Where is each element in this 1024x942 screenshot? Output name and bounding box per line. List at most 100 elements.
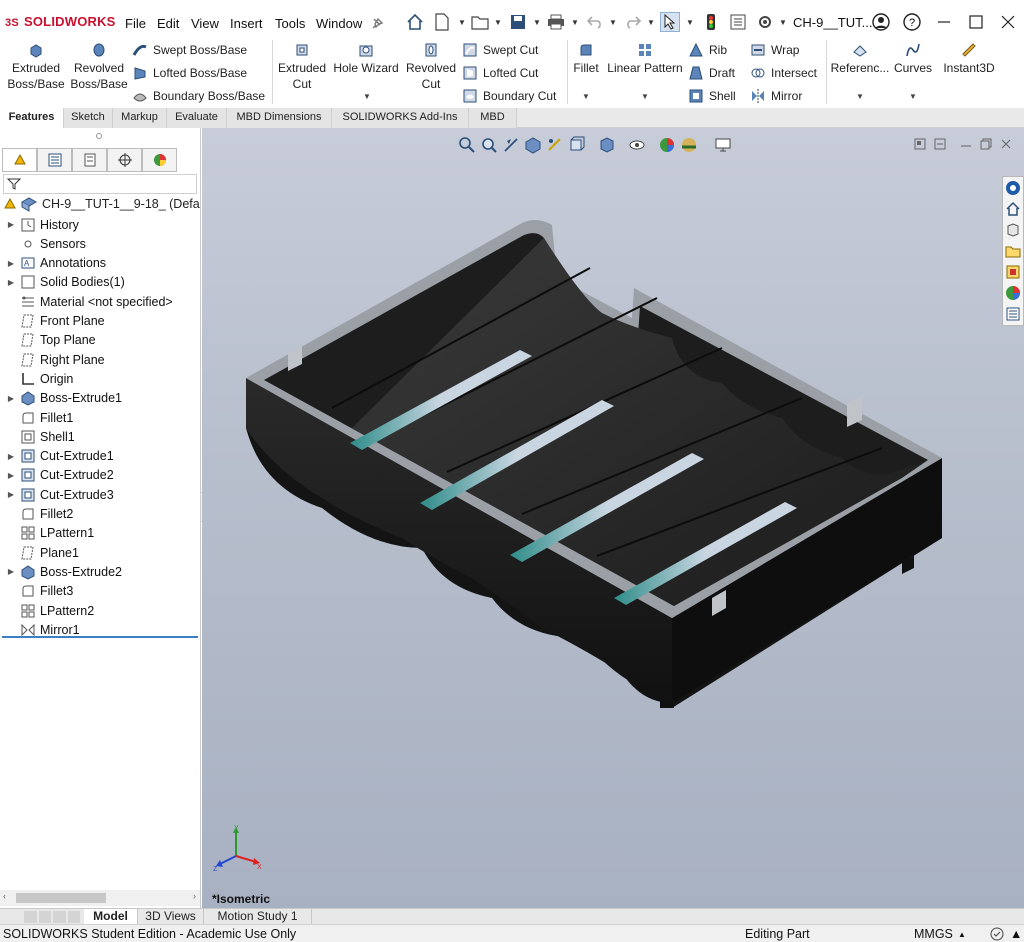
status-caret-icon[interactable]: ▲ bbox=[1010, 927, 1022, 941]
redo-caret-icon[interactable]: ▼ bbox=[647, 18, 655, 27]
tree-horizontal-scrollbar[interactable]: ‹ › bbox=[0, 890, 200, 906]
expand-arrow-icon[interactable]: ▶ bbox=[6, 259, 16, 268]
swept-cut-button[interactable]: Swept Cut bbox=[462, 42, 538, 58]
menu-insert[interactable]: Insert bbox=[230, 16, 263, 31]
property-manager-tab[interactable] bbox=[37, 148, 72, 172]
shell-button[interactable]: Shell bbox=[688, 88, 736, 104]
next-tab-arrow-icon[interactable] bbox=[53, 911, 66, 923]
tree-item[interactable]: ▶ Cut-Extrude2 bbox=[0, 466, 200, 485]
tab-sketch[interactable]: Sketch bbox=[64, 108, 113, 128]
close-icon[interactable] bbox=[998, 12, 1018, 32]
curves-dropdown-icon[interactable]: ▼ bbox=[909, 92, 917, 101]
view-palette-icon[interactable] bbox=[1003, 262, 1023, 282]
extruded-boss-button[interactable]: Extruded Boss/Base bbox=[6, 42, 66, 92]
tree-item[interactable]: Shell1 bbox=[0, 427, 200, 446]
linear-pattern-dropdown-icon[interactable]: ▼ bbox=[641, 92, 649, 101]
curves-button[interactable]: Curves bbox=[892, 42, 934, 76]
tree-item[interactable]: Origin bbox=[0, 369, 200, 388]
menu-tools[interactable]: Tools bbox=[275, 16, 305, 31]
file-properties-icon[interactable] bbox=[728, 12, 748, 32]
options-gear-icon[interactable] bbox=[755, 12, 775, 32]
tab-3d-views[interactable]: 3D Views bbox=[138, 909, 204, 925]
print-caret-icon[interactable]: ▼ bbox=[571, 18, 579, 27]
rebuild-traffic-light-icon[interactable] bbox=[701, 12, 721, 32]
tree-item[interactable]: LPattern2 bbox=[0, 601, 200, 620]
boundary-cut-button[interactable]: Boundary Cut bbox=[462, 88, 556, 104]
custom-properties-icon[interactable] bbox=[1003, 304, 1023, 324]
lofted-cut-button[interactable]: Lofted Cut bbox=[462, 65, 538, 81]
user-account-icon[interactable] bbox=[871, 12, 891, 32]
boundary-boss-button[interactable]: Boundary Boss/Base bbox=[132, 88, 265, 104]
tree-item[interactable]: Fillet2 bbox=[0, 505, 200, 524]
open-folder-icon[interactable] bbox=[470, 12, 490, 32]
maximize-icon[interactable] bbox=[966, 12, 986, 32]
tab-solidworks-addins[interactable]: SOLIDWORKS Add-Ins bbox=[332, 108, 469, 128]
fillet-button[interactable]: Fillet bbox=[571, 42, 601, 76]
dimxpert-tab[interactable] bbox=[107, 148, 142, 172]
print-icon[interactable] bbox=[546, 12, 566, 32]
minimize-icon[interactable] bbox=[934, 12, 954, 32]
graphics-area[interactable]: Y X Z *Isometric bbox=[202, 128, 1024, 908]
configuration-manager-tab[interactable] bbox=[72, 148, 107, 172]
draft-button[interactable]: Draft bbox=[688, 65, 735, 81]
tree-root-part[interactable]: CH-9__TUT-1__9-18_ (Defa bbox=[2, 196, 200, 212]
tab-evaluate[interactable]: Evaluate bbox=[167, 108, 227, 128]
linear-pattern-button[interactable]: Linear Pattern bbox=[605, 42, 685, 76]
part-model-render[interactable] bbox=[202, 128, 1024, 908]
expand-arrow-icon[interactable]: ▶ bbox=[6, 452, 16, 461]
extruded-cut-button[interactable]: Extruded Cut bbox=[276, 42, 328, 92]
tree-filter-input[interactable] bbox=[3, 174, 197, 194]
redo-icon[interactable] bbox=[623, 12, 643, 32]
prev-tab-arrow-icon[interactable] bbox=[38, 911, 51, 923]
first-tab-arrow-icon[interactable] bbox=[24, 911, 37, 923]
reference-geometry-button[interactable]: Referenc... bbox=[830, 42, 890, 76]
reference-dropdown-icon[interactable]: ▼ bbox=[856, 92, 864, 101]
wrap-button[interactable]: Wrap bbox=[750, 42, 799, 58]
swept-boss-button[interactable]: Swept Boss/Base bbox=[132, 42, 247, 58]
solidworks-resources-icon[interactable] bbox=[1003, 178, 1023, 198]
new-document-icon[interactable] bbox=[432, 12, 452, 32]
undo-icon[interactable] bbox=[585, 12, 605, 32]
design-library-icon[interactable] bbox=[1003, 220, 1023, 240]
filter-funnel-icon[interactable] bbox=[7, 177, 21, 191]
tree-item[interactable]: Material <not specified> bbox=[0, 292, 200, 311]
save-icon[interactable] bbox=[508, 12, 528, 32]
appearances-scenes-icon[interactable] bbox=[1003, 283, 1023, 303]
rib-button[interactable]: Rib bbox=[688, 42, 727, 58]
tree-item[interactable]: ▶ Cut-Extrude3 bbox=[0, 485, 200, 504]
revolved-cut-button[interactable]: Revolved Cut bbox=[404, 42, 458, 92]
rollback-bar[interactable] bbox=[2, 636, 198, 638]
select-cursor-icon[interactable] bbox=[660, 12, 680, 32]
expand-arrow-icon[interactable]: ▶ bbox=[6, 471, 16, 480]
tree-item[interactable]: Top Plane bbox=[0, 331, 200, 350]
open-caret-icon[interactable]: ▼ bbox=[494, 18, 502, 27]
scroll-right-icon[interactable]: › bbox=[193, 891, 196, 901]
menu-edit[interactable]: Edit bbox=[157, 16, 179, 31]
instant3d-button[interactable]: Instant3D bbox=[938, 42, 1000, 76]
tree-item[interactable]: Fillet1 bbox=[0, 408, 200, 427]
home-icon[interactable] bbox=[405, 12, 425, 32]
tree-item[interactable]: Right Plane bbox=[0, 350, 200, 369]
options-caret-icon[interactable]: ▼ bbox=[779, 18, 787, 27]
expand-arrow-icon[interactable]: ▶ bbox=[6, 490, 16, 499]
fillet-dropdown-icon[interactable]: ▼ bbox=[582, 92, 590, 101]
expand-arrow-icon[interactable]: ▶ bbox=[6, 394, 16, 403]
help-icon[interactable]: ? bbox=[902, 12, 922, 32]
panel-grip-icon[interactable] bbox=[96, 133, 102, 139]
tree-item[interactable]: ▶ Boss-Extrude1 bbox=[0, 389, 200, 408]
tab-mbd[interactable]: MBD bbox=[469, 108, 517, 128]
pin-icon[interactable] bbox=[367, 14, 387, 34]
select-caret-icon[interactable]: ▼ bbox=[686, 18, 694, 27]
tree-item[interactable]: Plane1 bbox=[0, 543, 200, 562]
units-caret-icon[interactable]: ▲ bbox=[958, 930, 966, 939]
hole-wizard-button[interactable]: Hole Wizard bbox=[332, 42, 400, 76]
expand-arrow-icon[interactable]: ▶ bbox=[6, 220, 16, 229]
tree-item[interactable]: Sensors bbox=[0, 234, 200, 253]
tree-item[interactable]: Fillet3 bbox=[0, 582, 200, 601]
solidworks-logo[interactable]: 3S SOLIDWORKS bbox=[5, 14, 116, 29]
tab-features[interactable]: Features bbox=[0, 108, 64, 128]
tree-item[interactable]: ▶ History bbox=[0, 215, 200, 234]
display-manager-tab[interactable] bbox=[142, 148, 177, 172]
tab-mbd-dimensions[interactable]: MBD Dimensions bbox=[227, 108, 332, 128]
tab-motion-study[interactable]: Motion Study 1 bbox=[204, 909, 312, 925]
